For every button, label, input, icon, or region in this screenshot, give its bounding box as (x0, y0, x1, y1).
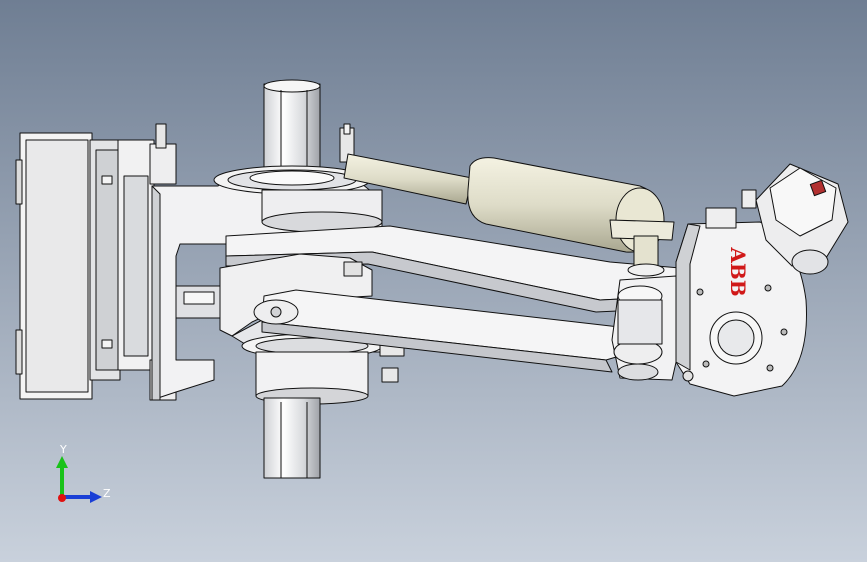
x-axis-dot (58, 494, 66, 502)
vertical-shaft-top[interactable] (263, 79, 321, 177)
robot-arm-3d-model[interactable]: ABB Y Z (0, 0, 867, 562)
vertical-shaft-bottom[interactable] (263, 397, 321, 479)
z-axis-label: Z (103, 487, 111, 500)
y-axis-label: Y (59, 443, 67, 456)
cad-graphics-viewport[interactable]: ABB Y Z (0, 0, 867, 562)
abb-brand-logo: ABB (726, 246, 750, 296)
